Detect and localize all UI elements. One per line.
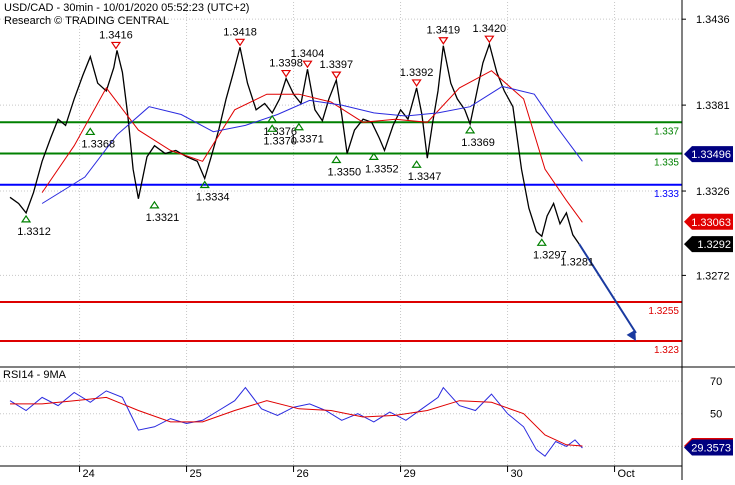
level-label: 1.323 — [654, 345, 679, 356]
level-label: 1.337 — [654, 126, 679, 137]
swing-low-marker — [149, 200, 160, 209]
swing-high-marker — [438, 37, 449, 45]
rsi-ma-line — [10, 396, 583, 447]
swing-high-marker — [411, 79, 422, 88]
swing-low-label: 1.3369 — [461, 137, 495, 149]
y-tick-label: 1.3272 — [696, 270, 730, 282]
axis-layer: 24 25 26 29 30 Oct 1.3436 1.3381 1.3326 1.3272 70 5… — [0, 0, 735, 480]
annotation-label: 1.3281 — [560, 256, 594, 268]
price-value-tag: 1.33063 — [691, 217, 731, 229]
price-value-tag: 1.33496 — [691, 149, 731, 161]
y-tick-label: 1.3436 — [696, 14, 730, 26]
x-tick-label: 24 — [83, 468, 95, 480]
swing-low-marker — [85, 127, 96, 136]
rsi-line — [9, 386, 583, 457]
x-tick-label: 26 — [297, 468, 309, 480]
rsi-tick-label: 50 — [710, 409, 722, 421]
x-tick-label: 30 — [511, 468, 523, 480]
swing-high-label: 1.3392 — [400, 67, 434, 79]
projection-arrow-head — [626, 329, 636, 342]
swing-high-label: 1.3397 — [320, 59, 354, 71]
swing-high-marker — [331, 71, 342, 80]
price-value-tag: 1.3292 — [697, 239, 731, 251]
swing-high-label: 1.3419 — [427, 25, 461, 37]
x-tick-label: 25 — [190, 468, 202, 480]
swing-low-label: 1.3321 — [146, 212, 180, 224]
x-tick-label: 29 — [404, 468, 416, 480]
rsi-title: RSI14 - 9MA — [3, 369, 67, 381]
swing-low-marker — [411, 160, 422, 168]
chart-title: USD/CAD - 30min - 10/01/2020 05:52:23 (U… — [4, 2, 249, 14]
swing-low-marker — [464, 125, 476, 134]
x-tick-label: Oct — [618, 468, 635, 480]
rsi-tick-label: 70 — [710, 376, 722, 388]
level-label: 1.335 — [654, 158, 679, 169]
swing-high-label: 1.3418 — [223, 26, 257, 38]
rsi-value-tag: 29.3573 — [691, 442, 731, 454]
usdcad-chart: 1.337 1.335 1.333 1.3255 1.323 1.3416 1.3418 1… — [0, 0, 735, 480]
swing-low-marker — [536, 238, 547, 246]
swing-low-label: 1.3368 — [81, 138, 115, 150]
level-label: 1.3255 — [648, 306, 679, 317]
swing-high-marker — [110, 41, 122, 50]
swing-low-label: 1.3347 — [408, 171, 442, 183]
swing-low-marker — [331, 155, 342, 164]
swing-low-marker — [20, 214, 32, 223]
y-tick-label: 1.3326 — [696, 186, 730, 198]
swing-high-marker — [234, 38, 246, 47]
swing-high-label: 1.3416 — [99, 29, 133, 41]
chart-subtitle: Research © TRADING CENTRAL — [4, 15, 169, 27]
swing-high-marker — [280, 69, 292, 78]
y-tick-label: 1.3381 — [696, 100, 730, 112]
swing-low-label: 1.3334 — [196, 192, 230, 204]
swing-high-label: 1.3420 — [473, 23, 507, 35]
chart-svg: 1.337 1.335 1.333 1.3255 1.323 1.3416 1.3418 1… — [0, 0, 735, 480]
swing-high-marker — [484, 35, 495, 44]
swing-low-label: 1.3312 — [17, 226, 51, 238]
swing-high-marker — [302, 60, 313, 69]
level-label: 1.333 — [654, 189, 679, 200]
swing-low-label: 1.3350 — [328, 167, 362, 179]
swing-low-label: 1.3352 — [365, 163, 399, 175]
swing-low-label: 1.3371 — [290, 134, 324, 146]
